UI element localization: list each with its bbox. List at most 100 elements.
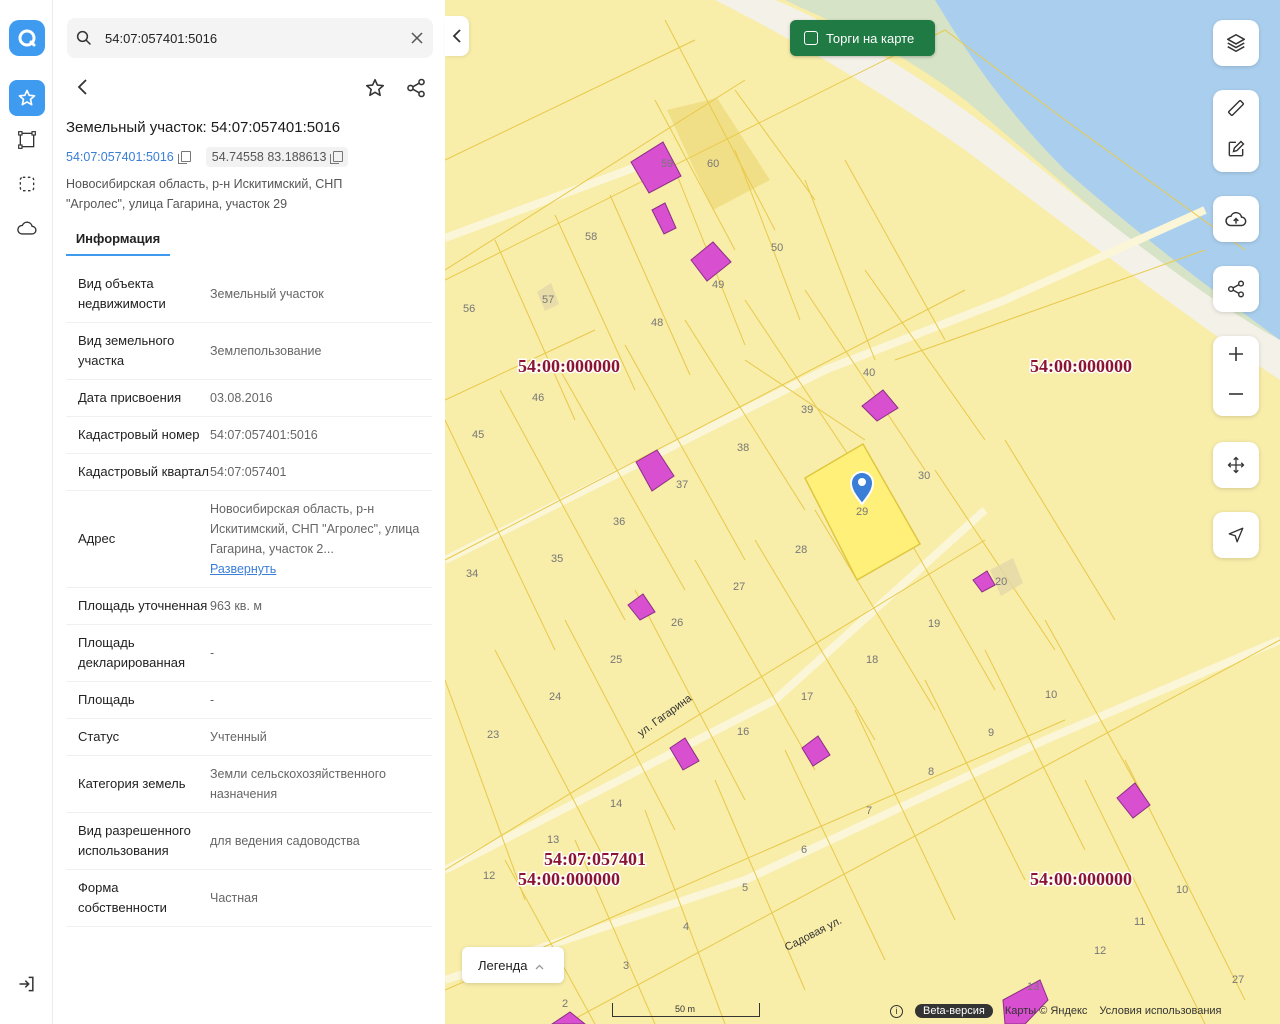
logout-icon[interactable] bbox=[17, 974, 37, 999]
plot-boundary-line bbox=[984, 649, 1086, 851]
info-row-value-text: Земельный участок bbox=[210, 287, 324, 301]
copy-icon[interactable] bbox=[177, 151, 191, 164]
chevron-up-icon bbox=[535, 958, 544, 973]
plot-number: 46 bbox=[532, 392, 544, 404]
plot-number: 36 bbox=[613, 516, 625, 528]
copy-icon[interactable] bbox=[330, 151, 344, 164]
info-row: Вид объекта недвижимости Земельный участо… bbox=[66, 266, 432, 323]
search-input[interactable] bbox=[105, 27, 395, 49]
info-row-value-text: Учтенный bbox=[210, 730, 267, 744]
info-row-key: Адрес bbox=[78, 531, 116, 546]
cadastral-number-link[interactable]: 54:07:057401:5016 bbox=[66, 150, 174, 164]
plot-number: 28 bbox=[795, 544, 807, 556]
cloud-upload-icon bbox=[1225, 211, 1247, 227]
address-line: Новосибирская область, р-н Искитимский, … bbox=[66, 177, 343, 191]
info-row: Статус Учтенный bbox=[66, 719, 432, 756]
tabs: Информация bbox=[66, 222, 432, 256]
info-row-value-text: Новосибирская область, р-н Искитимский, … bbox=[210, 502, 420, 556]
plot-number: 40 bbox=[863, 367, 875, 379]
info-row: Кадастровый квартал 54:07:057401 bbox=[66, 454, 432, 491]
map-share-button[interactable] bbox=[1213, 266, 1259, 312]
cloud-icon[interactable] bbox=[9, 210, 45, 246]
plot-boundary-line bbox=[734, 149, 801, 321]
select-area-icon[interactable] bbox=[9, 166, 45, 202]
plot-boundary-line bbox=[564, 639, 1280, 1024]
geolocation-button[interactable] bbox=[1213, 512, 1259, 558]
plot-number: 19 bbox=[928, 618, 940, 630]
edit-icon[interactable] bbox=[1226, 139, 1246, 164]
favorites-star-icon[interactable] bbox=[9, 80, 45, 116]
street-label-sadovaya: Садовая ул. bbox=[783, 915, 844, 954]
zoom-in-icon[interactable] bbox=[1228, 346, 1244, 367]
plot-boundary-line bbox=[609, 194, 691, 376]
plot-number: 4 bbox=[683, 921, 689, 933]
info-table: Вид объекта недвижимости Земельный участо… bbox=[66, 266, 432, 927]
plot-number: 24 bbox=[549, 691, 561, 703]
info-row-value-text: Земли сельскохозяйственного назначения bbox=[210, 767, 386, 801]
plot-number: 14 bbox=[610, 798, 622, 810]
plot-number: 29 bbox=[856, 506, 868, 518]
info-row: Дата присвоения 03.08.2016 bbox=[66, 380, 432, 417]
info-row-key: Кадастровый квартал bbox=[78, 464, 209, 479]
terms-link[interactable]: Условия использования bbox=[1099, 1005, 1221, 1017]
plot-number: 57 bbox=[542, 294, 554, 306]
info-row-key: Кадастровый номер bbox=[78, 427, 200, 442]
torgi-checkbox[interactable] bbox=[804, 31, 818, 45]
plot-number: 2 bbox=[562, 998, 568, 1010]
map-view[interactable]: 59 60 58 50 49 57 56 48 46 40 45 39 38 37 30 36 29 28 35 34… bbox=[445, 0, 1280, 1024]
info-row-key: Статус bbox=[78, 729, 120, 744]
app-logo-icon[interactable] bbox=[9, 20, 45, 56]
plot-number: 12 bbox=[483, 870, 495, 882]
info-row: Адрес Новосибирская область, р-н Искитимс… bbox=[66, 491, 432, 588]
layers-button[interactable] bbox=[1213, 20, 1259, 66]
info-row-value-text: - bbox=[210, 646, 215, 660]
expand-address-link[interactable]: Развернуть bbox=[210, 559, 432, 579]
plot-boundary-line bbox=[445, 29, 946, 281]
plot-number: 18 bbox=[866, 654, 878, 666]
plot-number: 59 bbox=[661, 158, 673, 170]
zoom-out-icon[interactable] bbox=[1228, 386, 1244, 407]
legend-button[interactable]: Легенда bbox=[462, 947, 564, 983]
plot-number: 49 bbox=[712, 279, 724, 291]
torgi-toggle-button[interactable]: Торги на карте bbox=[790, 20, 935, 56]
plot-boundary-line bbox=[804, 289, 926, 471]
ruler-icon[interactable] bbox=[1226, 98, 1246, 123]
share-icon[interactable] bbox=[405, 77, 427, 104]
info-row-value: 54:07:057401:5016 bbox=[210, 425, 432, 445]
draw-polygon-icon[interactable] bbox=[9, 122, 45, 158]
info-row-value: Земельный участок bbox=[210, 284, 432, 304]
add-favorite-star-icon[interactable] bbox=[364, 77, 386, 104]
object-title: Земельный участок: 54:07:057401:5016 bbox=[66, 119, 341, 136]
search-box bbox=[67, 18, 433, 58]
plot-number: 27 bbox=[733, 581, 745, 593]
plot-number: 25 bbox=[610, 654, 622, 666]
object-address: Новосибирская область, р-н Искитимский, … bbox=[66, 174, 396, 214]
move-button[interactable] bbox=[1213, 442, 1259, 488]
back-arrow-icon[interactable] bbox=[75, 78, 91, 101]
clear-search-icon[interactable] bbox=[411, 31, 423, 49]
coordinates-chip[interactable]: 54.74558 83.188613 bbox=[205, 147, 349, 167]
plot-number: 39 bbox=[801, 404, 813, 416]
plot-number: 26 bbox=[671, 617, 683, 629]
info-row: Площадь уточненная 963 кв. м bbox=[66, 588, 432, 625]
plot-number: 56 bbox=[463, 303, 475, 315]
plot-number: 10 bbox=[1176, 884, 1188, 896]
info-row-value-text: 963 кв. м bbox=[210, 599, 262, 613]
beta-badge: Beta-версия bbox=[915, 1004, 993, 1018]
map-copyright[interactable]: Карты © Яндекс bbox=[1005, 1005, 1088, 1017]
upload-button[interactable] bbox=[1213, 196, 1259, 242]
info-icon[interactable]: i bbox=[890, 1004, 903, 1018]
map-footer: i Beta-версия Карты © Яндекс Условия исп… bbox=[890, 1002, 1222, 1020]
info-row: Форма собственности Частная bbox=[66, 870, 432, 927]
plot-number: 5 bbox=[742, 882, 748, 894]
plot-number: 38 bbox=[737, 442, 749, 454]
plot-number: 17 bbox=[801, 691, 813, 703]
info-row-value: для ведения садоводства bbox=[210, 831, 432, 851]
plot-boundary-line bbox=[894, 249, 1206, 361]
search-icon[interactable] bbox=[75, 29, 93, 52]
tab-information[interactable]: Информация bbox=[66, 222, 170, 256]
plot-number: 60 bbox=[707, 158, 719, 170]
plot-boundary-line bbox=[634, 589, 746, 801]
cadastral-number-chip[interactable]: 54:07:057401:5016 bbox=[66, 147, 196, 167]
collapse-panel-button[interactable] bbox=[445, 16, 469, 56]
